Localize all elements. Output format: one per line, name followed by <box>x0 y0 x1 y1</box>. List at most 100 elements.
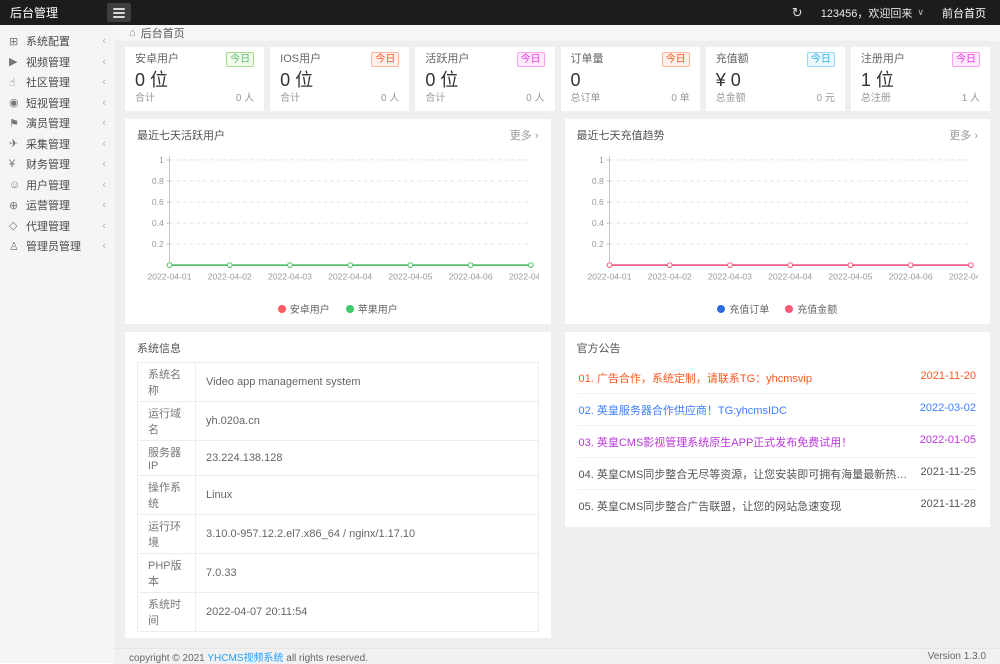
sidebar-item-label: 演员管理 <box>26 115 102 131</box>
main-content: ⌂ 后台首页 安卓用户今日0 位合计0 人IOS用户今日0 位合计0 人活跃用户… <box>115 25 1000 663</box>
sidebar-item-8[interactable]: ☺用户管理‹ <box>0 175 115 196</box>
legend-item[interactable]: 苹果用户 <box>346 301 398 316</box>
sidebar-item-label: 短视管理 <box>26 95 102 111</box>
flag-icon: ⚑ <box>9 117 26 130</box>
today-badge: 今日 <box>517 52 545 67</box>
version-label: Version 1.3.0 <box>928 651 986 662</box>
footer: copyright © 2021 YHCMS视频系统 all rights re… <box>115 648 1000 664</box>
sidebar-item-label: 视频管理 <box>26 54 102 70</box>
today-badge: 今日 <box>371 52 399 67</box>
svg-text:2022-04-03: 2022-04-03 <box>707 271 751 281</box>
announcement-item[interactable]: 01. 广告合作，系统定制，请联系TG：yhcmsvip2021-11-20 <box>577 362 979 394</box>
system-info-value: Video app management system <box>196 363 539 402</box>
sidebar-item-11[interactable]: ♙管理员管理‹ <box>0 236 115 257</box>
legend-label: 安卓用户 <box>290 301 330 316</box>
user-menu[interactable]: 123456，欢迎回来 ∨ <box>821 5 924 21</box>
topbar: 后台管理 ↻ 123456，欢迎回来 ∨ 前台首页 <box>0 0 1000 25</box>
system-info-label: 服务器IP <box>138 441 196 476</box>
community-icon: ☝ <box>9 76 26 89</box>
system-info-label: 运行环境 <box>138 515 196 554</box>
chevron-left-icon: ‹ <box>102 179 106 191</box>
svg-text:2022-04-02: 2022-04-02 <box>647 271 691 281</box>
legend-label: 苹果用户 <box>358 301 398 316</box>
line-chart: 0.20.40.60.812022-04-012022-04-022022-04… <box>577 149 979 299</box>
sidebar-item-6[interactable]: ✈采集管理‹ <box>0 134 115 155</box>
chart-legend: 安卓用户 苹果用户 <box>137 301 539 316</box>
welcome-text: 123456，欢迎回来 <box>821 5 913 21</box>
stat-cards-row: 安卓用户今日0 位合计0 人IOS用户今日0 位合计0 人活跃用户今日0 位合计… <box>125 47 990 111</box>
chevron-left-icon: ‹ <box>102 35 106 47</box>
more-link[interactable]: 更多 › <box>949 127 978 143</box>
grid-icon: ⊞ <box>9 35 26 48</box>
stat-card-value: 0 位 <box>425 69 544 91</box>
stat-card-total-value: 0 人 <box>381 93 399 105</box>
svg-text:2022-04-02: 2022-04-02 <box>208 271 252 281</box>
legend-item[interactable]: 充值订单 <box>717 301 769 316</box>
gem-icon: ◇ <box>9 219 26 232</box>
system-info-label: 系统名称 <box>138 363 196 402</box>
system-info-value: 2022-04-07 20:11:54 <box>196 593 539 632</box>
stat-card-label: IOS用户 <box>280 53 321 66</box>
legend-label: 充值订单 <box>729 301 769 316</box>
announcement-item[interactable]: 03. 英皇CMS影视管理系统原生APP正式发布免费试用！2022-01-05 <box>577 426 979 458</box>
sidebar-item-10[interactable]: ◇代理管理‹ <box>0 216 115 237</box>
refresh-icon[interactable]: ↻ <box>792 5 803 21</box>
chevron-left-icon: ‹ <box>102 117 106 129</box>
chevron-down-icon: ∨ <box>917 7 924 18</box>
system-info-value: yh.020a.cn <box>196 402 539 441</box>
finance-icon: ¥ <box>9 158 26 170</box>
brand-link[interactable]: YHCMS视频系统 <box>207 653 283 664</box>
announcements-panel: 官方公告 01. 广告合作，系统定制，请联系TG：yhcmsvip2021-11… <box>565 332 991 527</box>
chart-legend: 充值订单 充值金额 <box>577 301 979 316</box>
sidebar-item-2[interactable]: ▶视频管理‹ <box>0 52 115 73</box>
sidebar-item-1[interactable]: ⊞系统配置‹ <box>0 31 115 52</box>
sidebar-item-label: 代理管理 <box>26 218 102 234</box>
announcement-date: 2021-11-25 <box>921 466 976 482</box>
stat-card-label: 注册用户 <box>861 53 905 66</box>
svg-text:1: 1 <box>159 155 164 165</box>
today-badge: 今日 <box>662 52 690 67</box>
hamburger-menu-icon[interactable] <box>107 3 131 22</box>
svg-text:2022-04-05: 2022-04-05 <box>388 271 432 281</box>
send-icon: ✈ <box>9 137 26 150</box>
sidebar-item-5[interactable]: ⚑演员管理‹ <box>0 113 115 134</box>
announcement-date: 2021-11-28 <box>921 498 976 514</box>
more-link[interactable]: 更多 › <box>510 127 539 143</box>
chart-panel-1: 最近七天活跃用户更多 ›0.20.40.60.812022-04-012022-… <box>125 119 551 324</box>
system-info-row: 操作系统Linux <box>138 476 539 515</box>
sidebar-item-3[interactable]: ☝社区管理‹ <box>0 72 115 93</box>
system-info-row: 系统时间2022-04-07 20:11:54 <box>138 593 539 632</box>
sidebar-item-4[interactable]: ◉短视管理‹ <box>0 93 115 114</box>
frontend-home-link[interactable]: 前台首页 <box>942 5 986 21</box>
stat-card-total-label: 合计 <box>280 93 300 105</box>
svg-text:0.4: 0.4 <box>591 218 603 228</box>
sidebar-item-9[interactable]: ⊕运营管理‹ <box>0 195 115 216</box>
stat-card-label: 充值额 <box>716 53 749 66</box>
globe-icon: ⊕ <box>9 199 26 212</box>
announcement-item[interactable]: 04. 英皇CMS同步整合无尽等资源，让您安装即可拥有海量最新热门影片2021-… <box>577 458 979 490</box>
svg-text:2022-04-07: 2022-04-07 <box>948 271 978 281</box>
stat-card-value: 0 位 <box>280 69 399 91</box>
legend-label: 充值金额 <box>797 301 837 316</box>
announcement-item[interactable]: 05. 英皇CMS同步整合广告联盟，让您的网站急速变现 2021-11-28 <box>577 490 979 521</box>
svg-text:2022-04-03: 2022-04-03 <box>268 271 312 281</box>
announcement-item[interactable]: 02. 英皇服务器合作供应商！TG:yhcmsIDC2022-03-02 <box>577 394 979 426</box>
chart-title: 最近七天充值趋势 <box>577 127 665 143</box>
announcement-date: 2022-01-05 <box>920 434 976 450</box>
svg-text:1: 1 <box>598 155 603 165</box>
breadcrumb-label[interactable]: 后台首页 <box>141 25 185 41</box>
system-info-label: 操作系统 <box>138 476 196 515</box>
video-icon: ▶ <box>9 55 26 68</box>
legend-item[interactable]: 充值金额 <box>785 301 837 316</box>
breadcrumb: ⌂ 后台首页 <box>115 25 1000 42</box>
announcement-text: 05. 英皇CMS同步整合广告联盟，让您的网站急速变现 <box>579 498 911 514</box>
system-info-value: Linux <box>196 476 539 515</box>
announcement-date: 2021-11-20 <box>921 370 976 386</box>
sidebar-item-7[interactable]: ¥财务管理‹ <box>0 154 115 175</box>
sidebar-item-label: 社区管理 <box>26 74 102 90</box>
stat-card-total-label: 总金额 <box>716 93 746 105</box>
sidebar-item-label: 管理员管理 <box>26 238 102 254</box>
legend-item[interactable]: 安卓用户 <box>278 301 330 316</box>
stat-card-label: 安卓用户 <box>135 53 179 66</box>
announcement-text: 02. 英皇服务器合作供应商！TG:yhcmsIDC <box>579 402 910 418</box>
